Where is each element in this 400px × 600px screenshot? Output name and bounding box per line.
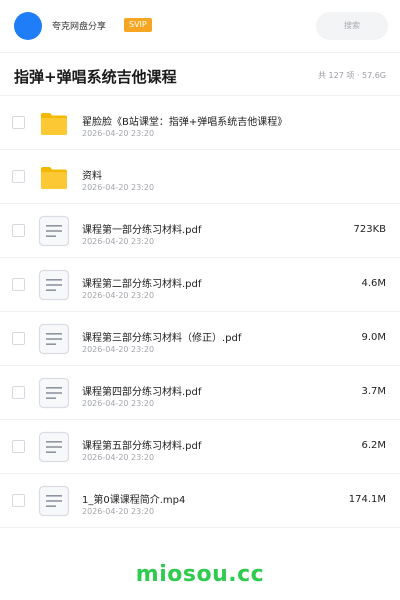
row-checkbox[interactable] (12, 386, 25, 399)
file-row[interactable]: 课程第一部分练习材料.pdf 2026-04-20 23:20 723KB (0, 204, 400, 258)
file-row[interactable]: 1_第0课课程简介.mp4 2026-04-20 23:20 174.1M (0, 474, 400, 528)
row-checkbox[interactable] (12, 116, 25, 129)
file-row[interactable]: 资料 2026-04-20 23:20 (0, 150, 400, 204)
row-checkbox[interactable] (12, 440, 25, 453)
folder-title-bar: 指弹+弹唱系统吉他课程 共 127 项 · 57.6G (0, 52, 400, 96)
document-icon (38, 323, 70, 355)
row-checkbox[interactable] (12, 224, 25, 237)
file-name: 翟脸脸《B站课堂：指弹+弹唱系统吉他课程》 (82, 117, 288, 128)
file-size: 4.6M (361, 278, 386, 289)
file-size: 9.0M (361, 332, 386, 343)
document-icon (38, 269, 70, 301)
file-size: 723KB (353, 224, 386, 235)
file-date: 2026-04-20 23:20 (82, 399, 155, 408)
folder-icon (38, 107, 70, 139)
file-size: 174.1M (348, 494, 386, 505)
file-name: 课程第一部分练习材料.pdf (82, 225, 202, 236)
file-row[interactable]: 课程第三部分练习材料（修正）.pdf 2026-04-20 23:20 9.0M (0, 312, 400, 366)
watermark: miosou.cc (135, 562, 265, 587)
top-bar: 夸克网盘分享 SVIP 搜索 (0, 0, 400, 52)
file-name: 课程第四部分练习材料.pdf (82, 387, 202, 398)
file-row[interactable]: 课程第五部分练习材料.pdf 2026-04-20 23:20 6.2M (0, 420, 400, 474)
file-row[interactable]: 翟脸脸《B站课堂：指弹+弹唱系统吉他课程》 2026-04-20 23:20 (0, 96, 400, 150)
row-checkbox[interactable] (12, 170, 25, 183)
search-input[interactable]: 搜索 (316, 12, 388, 40)
file-name: 课程第三部分练习材料（修正）.pdf (82, 333, 242, 344)
document-icon (38, 215, 70, 247)
file-row[interactable]: 课程第二部分练习材料.pdf 2026-04-20 23:20 4.6M (0, 258, 400, 312)
svip-badge: SVIP (124, 18, 152, 32)
item-summary: 共 127 项 · 57.6G (318, 71, 386, 80)
file-date: 2026-04-20 23:20 (82, 183, 155, 192)
file-date: 2026-04-20 23:20 (82, 129, 155, 138)
folder-icon (38, 161, 70, 193)
file-name: 1_第0课课程简介.mp4 (82, 495, 186, 506)
document-icon (38, 485, 70, 517)
file-name: 课程第五部分练习材料.pdf (82, 441, 202, 452)
file-date: 2026-04-20 23:20 (82, 291, 155, 300)
file-name: 资料 (82, 171, 102, 182)
page-title: 指弹+弹唱系统吉他课程 (14, 68, 177, 86)
file-row[interactable]: 课程第四部分练习材料.pdf 2026-04-20 23:20 3.7M (0, 366, 400, 420)
file-list: 翟脸脸《B站课堂：指弹+弹唱系统吉他课程》 2026-04-20 23:20 资料 2… (0, 96, 400, 528)
row-checkbox[interactable] (12, 278, 25, 291)
file-name: 课程第二部分练习材料.pdf (82, 279, 202, 290)
document-icon (38, 377, 70, 409)
app-name: 夸克网盘分享 (52, 22, 107, 32)
file-date: 2026-04-20 23:20 (82, 345, 155, 354)
file-size: 6.2M (361, 440, 386, 451)
file-date: 2026-04-20 23:20 (82, 453, 155, 462)
file-date: 2026-04-20 23:20 (82, 507, 155, 516)
row-checkbox[interactable] (12, 494, 25, 507)
row-checkbox[interactable] (12, 332, 25, 345)
avatar[interactable] (14, 12, 42, 40)
document-icon (38, 431, 70, 463)
file-date: 2026-04-20 23:20 (82, 237, 155, 246)
file-size: 3.7M (361, 386, 386, 397)
